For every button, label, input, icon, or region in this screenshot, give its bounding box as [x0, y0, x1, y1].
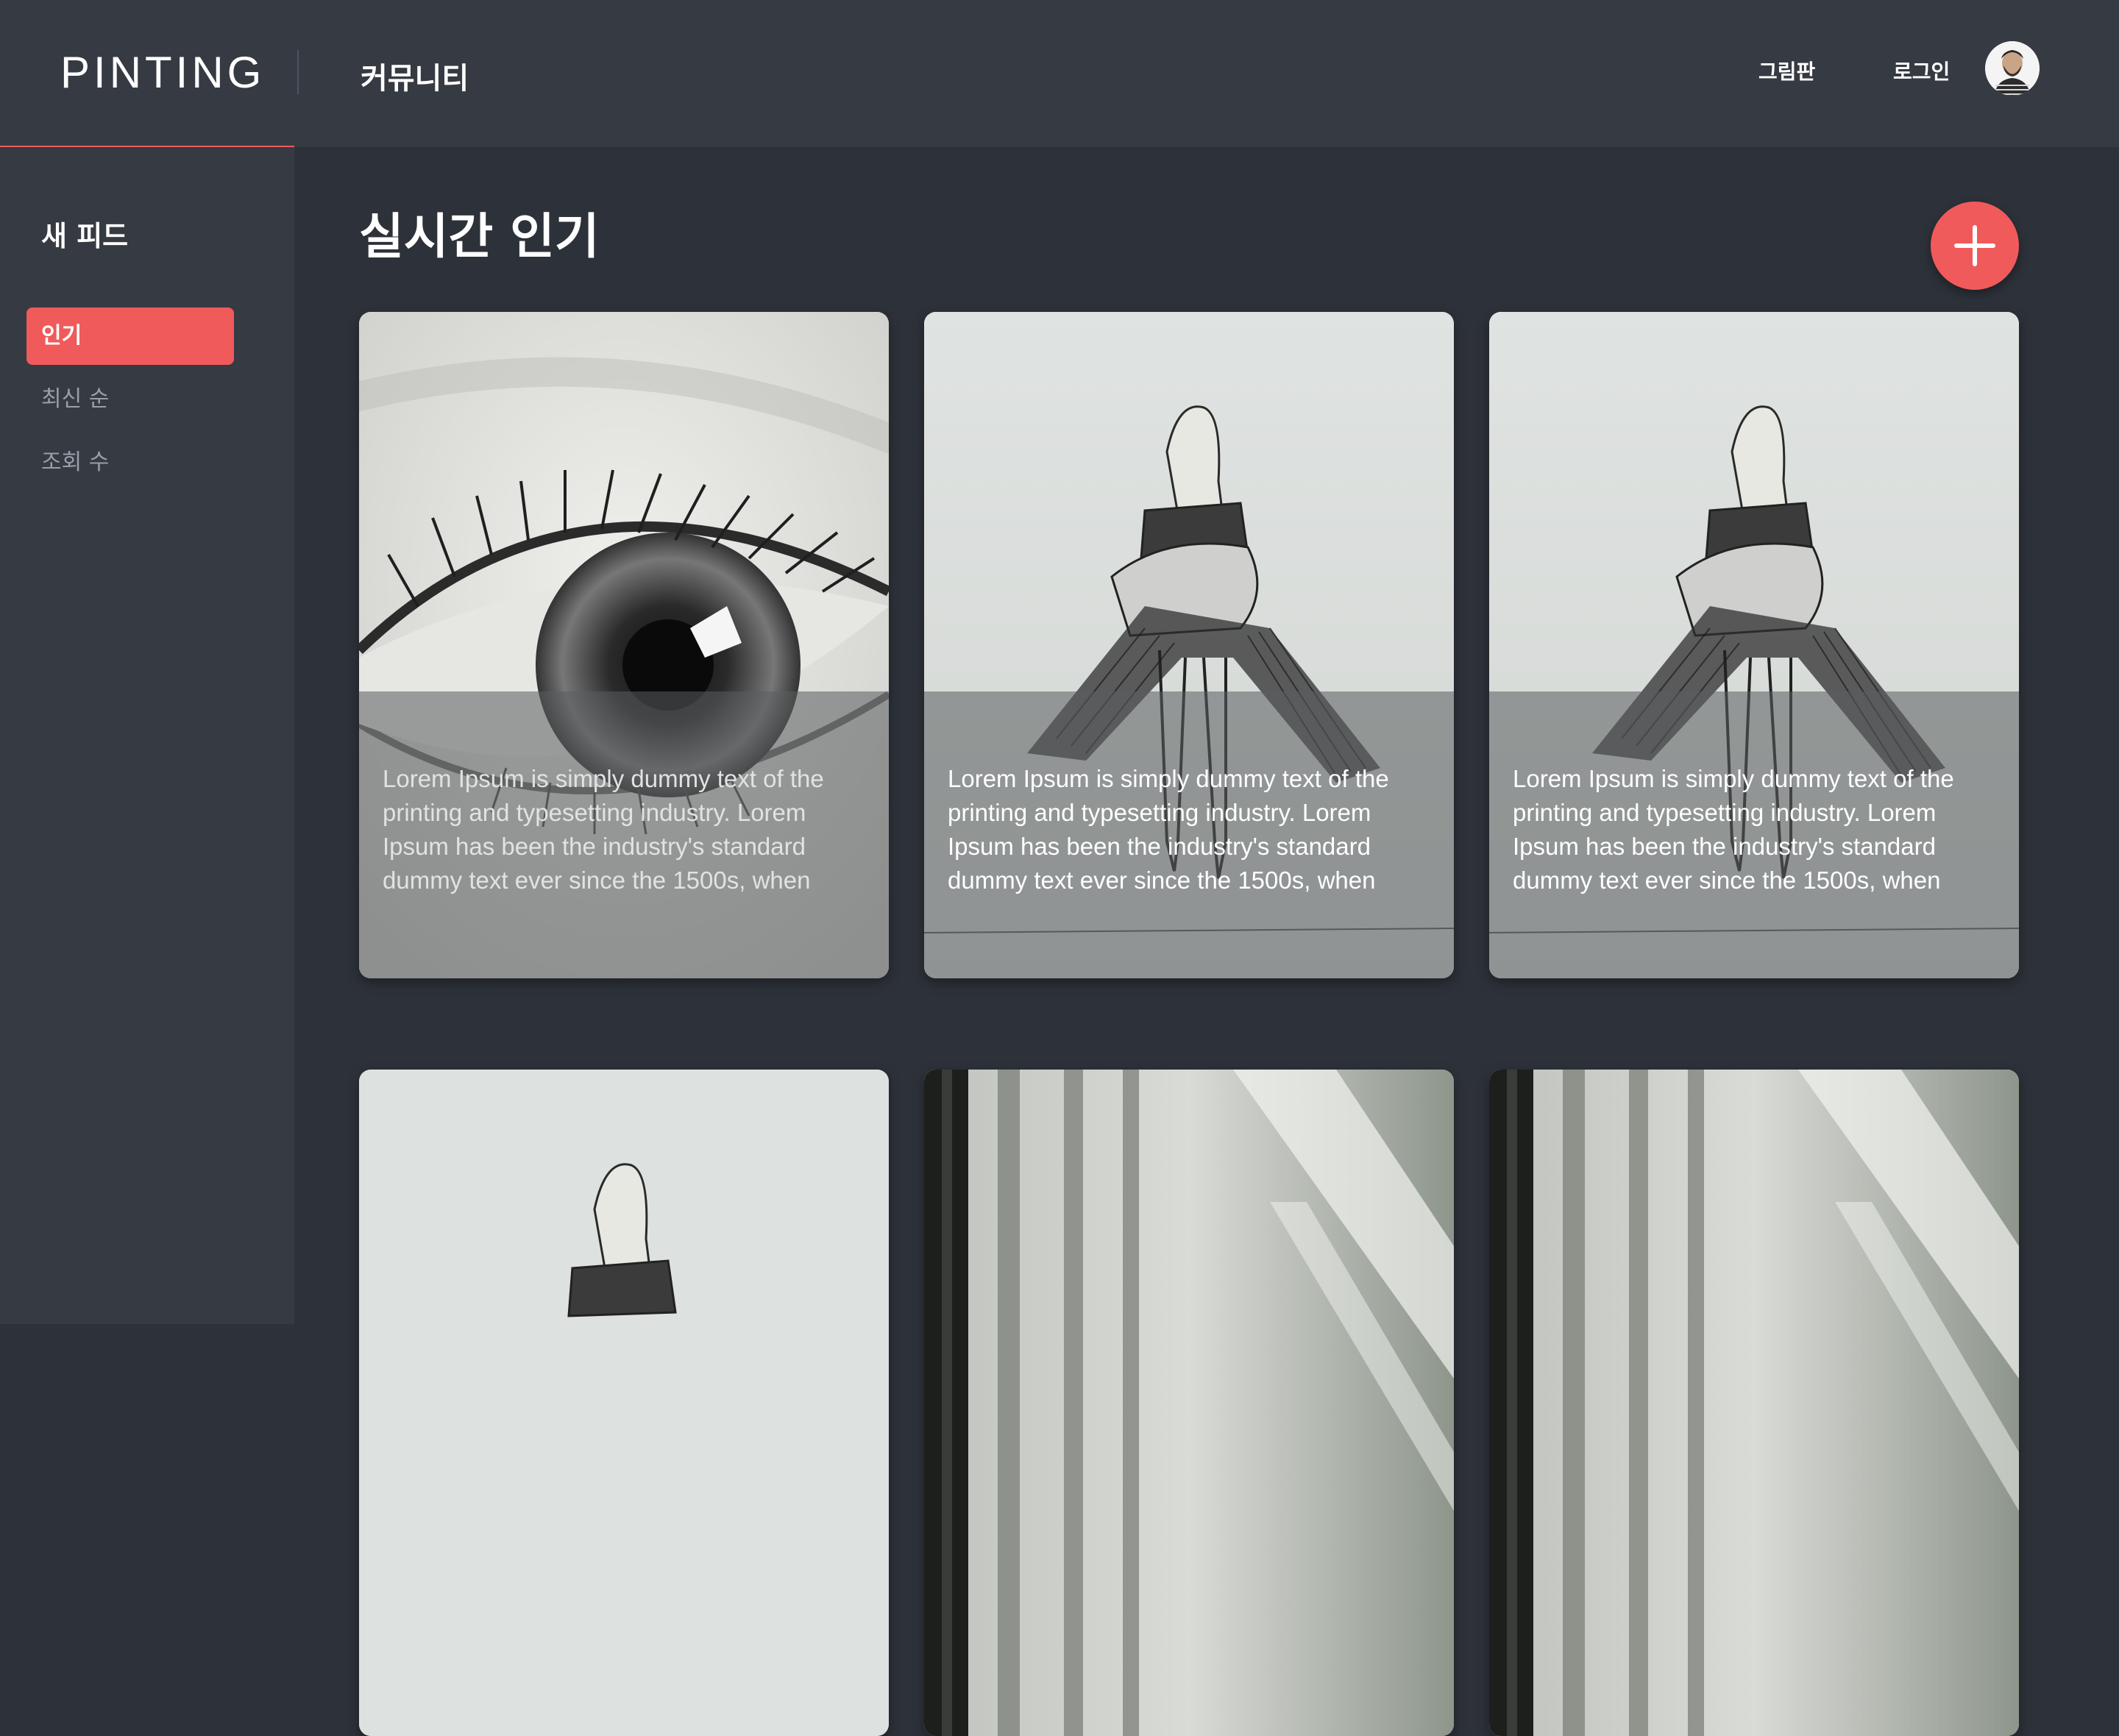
nav-community[interactable]: 커뮤니티 [361, 54, 469, 97]
nav-drawing-board-link[interactable]: 그림판 [1758, 56, 1815, 85]
card-caption-overlay: Lorem Ipsum is simply dummy text of the … [924, 691, 1454, 978]
card-caption-overlay: Lorem Ipsum is simply dummy text of the … [1489, 691, 2019, 978]
sidebar-title: 새 피드 [41, 220, 129, 252]
sidebar: 새 피드 인기 최신 순 조회 수 [0, 147, 294, 1324]
feed-card[interactable]: Lorem Ipsum is simply dummy text of the … [359, 312, 889, 978]
feed-card[interactable]: Lorem Ipsum is simply dummy text of the … [924, 312, 1454, 978]
window-shadow-photo-image [1489, 1070, 2019, 1736]
top-header: PINTING 커뮤니티 그림판 로그인 [0, 0, 2119, 147]
user-avatar-icon[interactable] [1985, 41, 2040, 96]
feed-card[interactable] [1489, 1070, 2019, 1736]
page-title: 실시간 인기 [359, 208, 600, 265]
sidebar-item-views[interactable]: 조회 수 [26, 434, 234, 491]
card-description: Lorem Ipsum is simply dummy text of the … [1513, 765, 1954, 894]
sidebar-item-popular[interactable]: 인기 [26, 307, 234, 365]
figure-sketch-image [359, 1070, 889, 1736]
sidebar-item-latest[interactable]: 최신 순 [26, 371, 234, 428]
card-caption-overlay: Lorem Ipsum is simply dummy text of the … [359, 691, 889, 978]
plus-icon [1954, 225, 1995, 266]
feed-card[interactable] [924, 1070, 1454, 1736]
feed-card[interactable]: Lorem Ipsum is simply dummy text of the … [1489, 312, 2019, 978]
add-post-button[interactable] [1931, 202, 2019, 290]
header-divider [297, 50, 299, 94]
login-link[interactable]: 로그인 [1893, 56, 1950, 85]
card-description: Lorem Ipsum is simply dummy text of the … [948, 765, 1389, 894]
window-shadow-photo-image [924, 1070, 1454, 1736]
card-description: Lorem Ipsum is simply dummy text of the … [383, 765, 824, 894]
app-logo[interactable]: PINTING [60, 47, 265, 98]
feed-card[interactable] [359, 1070, 889, 1736]
